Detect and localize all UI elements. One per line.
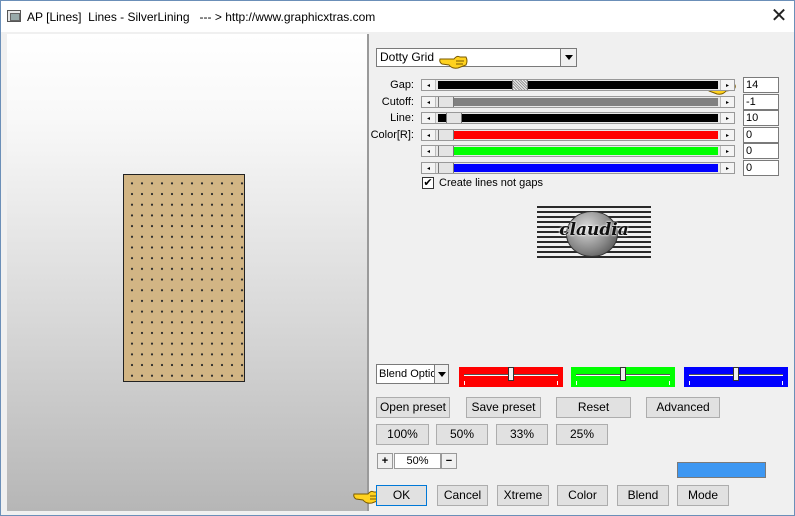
arrow-right-icon[interactable]: ▸: [720, 97, 734, 107]
parameter-slider[interactable]: ◂ ▸: [421, 145, 735, 157]
parameter-slider[interactable]: ◂ ▸: [421, 129, 735, 141]
preview-pane: [7, 34, 367, 511]
preview-image: [123, 174, 245, 382]
slider-track: [438, 164, 718, 172]
slider-track: [438, 81, 718, 89]
slider-label: Color[R]:: [370, 129, 414, 141]
slider-value-field[interactable]: 0: [743, 160, 779, 176]
title-bar[interactable]: AP [Lines] Lines - SilverLining --- > ht…: [1, 1, 794, 32]
slider-value-field[interactable]: 0: [743, 127, 779, 143]
zoom-33-button[interactable]: 33%: [496, 424, 548, 445]
arrow-right-icon[interactable]: ▸: [720, 80, 734, 90]
slider-track: [438, 131, 718, 139]
slider-track: [438, 147, 718, 155]
slider-thumb[interactable]: [438, 163, 454, 173]
parameter-slider[interactable]: ◂ ▸: [421, 162, 735, 174]
slider-thumb[interactable]: [438, 97, 454, 107]
ok-button[interactable]: OK: [376, 485, 427, 506]
parameter-slider[interactable]: ◂ ▸: [421, 96, 735, 108]
slider-value-field[interactable]: -1: [743, 94, 779, 110]
arrow-left-icon[interactable]: ◂: [422, 146, 436, 156]
blend-button[interactable]: Blend: [617, 485, 669, 506]
claudia-logo: claudia: [537, 206, 651, 261]
slider-value-field[interactable]: 14: [743, 77, 779, 93]
reset-button[interactable]: Reset: [556, 397, 631, 418]
color-swatch[interactable]: [677, 462, 766, 478]
save-preset-button[interactable]: Save preset: [466, 397, 541, 418]
slider-value-field[interactable]: 0: [743, 143, 779, 159]
arrow-right-icon[interactable]: ▸: [720, 113, 734, 123]
slider-thumb[interactable]: [508, 367, 514, 381]
slider-thumb[interactable]: [620, 367, 626, 381]
preset-select[interactable]: Dotty Grid: [376, 48, 577, 67]
chevron-down-icon[interactable]: [560, 49, 576, 66]
xtreme-button[interactable]: Xtreme: [497, 485, 549, 506]
slider-ticks: [576, 381, 670, 385]
arrow-left-icon[interactable]: ◂: [422, 113, 436, 123]
arrow-right-icon[interactable]: ▸: [720, 146, 734, 156]
blend-options-value: Blend Optio: [379, 368, 437, 380]
chevron-down-icon[interactable]: [434, 365, 448, 383]
blend-channel-slider[interactable]: [459, 367, 563, 387]
arrow-left-icon[interactable]: ◂: [422, 163, 436, 173]
slider-value-field[interactable]: 10: [743, 110, 779, 126]
slider-ticks: [464, 381, 558, 385]
arrow-right-icon[interactable]: ▸: [720, 130, 734, 140]
slider-thumb[interactable]: [445, 113, 462, 123]
color-button[interactable]: Color: [557, 485, 608, 506]
close-button[interactable]: ✕: [767, 5, 791, 27]
blend-channel-slider[interactable]: [684, 367, 788, 387]
parameter-slider[interactable]: ◂ ▸: [421, 112, 735, 124]
app-icon: [7, 10, 21, 22]
zoom-50-button[interactable]: 50%: [436, 424, 488, 445]
arrow-left-icon[interactable]: ◂: [422, 97, 436, 107]
zoom-in-button[interactable]: +: [377, 453, 393, 469]
open-preset-button[interactable]: Open preset: [376, 397, 450, 418]
create-lines-label: Create lines not gaps: [439, 177, 543, 189]
slider-label: Cutoff:: [381, 96, 414, 108]
advanced-button[interactable]: Advanced: [646, 397, 720, 418]
slider-label: Line:: [390, 112, 414, 124]
slider-thumb[interactable]: [438, 130, 454, 140]
create-lines-checkbox[interactable]: ✔: [422, 177, 434, 189]
plugin-dialog-window: AP [Lines] Lines - SilverLining --- > ht…: [0, 0, 795, 516]
zoom-out-button[interactable]: −: [441, 453, 457, 469]
slider-thumb[interactable]: [733, 367, 739, 381]
arrow-left-icon[interactable]: ◂: [422, 130, 436, 140]
slider-ticks: [689, 381, 783, 385]
window-title: AP [Lines] Lines - SilverLining --- > ht…: [27, 10, 376, 24]
zoom-25-button[interactable]: 25%: [556, 424, 608, 445]
preset-select-value: Dotty Grid: [380, 50, 435, 64]
mode-button[interactable]: Mode: [677, 485, 729, 506]
cancel-button[interactable]: Cancel: [437, 485, 488, 506]
blend-options-select[interactable]: Blend Optio: [376, 364, 449, 384]
logo-text: claudia: [559, 220, 629, 240]
slider-thumb[interactable]: [438, 146, 454, 156]
slider-track: [438, 114, 718, 122]
arrow-right-icon[interactable]: ▸: [720, 163, 734, 173]
blend-channel-slider[interactable]: [571, 367, 675, 387]
pointing-hand-icon: [439, 55, 468, 69]
parameter-slider[interactable]: ◂ ▸: [421, 79, 735, 91]
slider-label: Gap:: [390, 79, 414, 91]
slider-thumb[interactable]: [512, 80, 529, 90]
zoom-100-button[interactable]: 100%: [376, 424, 429, 445]
arrow-left-icon[interactable]: ◂: [422, 80, 436, 90]
zoom-value-field[interactable]: 50%: [394, 453, 441, 469]
slider-track: [438, 98, 718, 106]
